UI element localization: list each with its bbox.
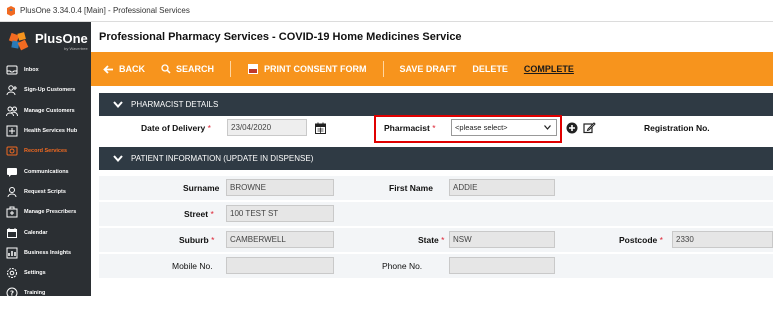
sidebar: PlusOne by Wavertree Inbox Sign-Up Custo…: [0, 22, 91, 319]
arrow-left-icon: [103, 64, 113, 74]
sidebar-item-label: Communications: [24, 168, 69, 175]
plusone-logo-icon: [8, 32, 29, 51]
toolbar-divider: [230, 61, 232, 77]
help-icon: ?: [6, 287, 18, 299]
sidebar-item-label: Manage Prescribers: [24, 209, 77, 216]
app-icon: [7, 5, 15, 16]
registration-no-label: Registration No.: [644, 123, 710, 133]
section-title: PATIENT INFORMATION (UPDATE IN DISPENSE): [131, 154, 314, 163]
sidebar-item-inbox[interactable]: Inbox: [0, 60, 91, 80]
section-title: PHARMACIST DETAILS: [131, 100, 219, 109]
users-icon: [6, 106, 18, 116]
postcode-label: Postcode *: [619, 235, 663, 245]
street-label: Street *: [184, 209, 214, 219]
inbox-icon: [6, 65, 18, 75]
postcode-field[interactable]: 2330: [672, 231, 773, 248]
calendar-icon: [7, 227, 17, 238]
prescriber-icon: [6, 206, 18, 218]
sidebar-item-label: Record Services: [24, 148, 68, 155]
sidebar-item-manage-customers[interactable]: Manage Customers: [0, 101, 91, 121]
date-of-delivery-field[interactable]: 23/04/2020: [227, 119, 307, 136]
patient-row-street: Street * 100 TEST ST: [99, 202, 773, 226]
calendar-icon[interactable]: [315, 122, 326, 134]
patient-row-phone: Mobile No. Phone No.: [99, 254, 773, 278]
sidebar-item-subscriptions[interactable]: Subscriptions: [0, 304, 91, 324]
highlight-box: [374, 115, 562, 143]
request-icon: [7, 186, 17, 198]
search-button[interactable]: SEARCH: [161, 64, 214, 74]
surname-field[interactable]: BROWNE: [226, 179, 334, 196]
print-consent-form-button[interactable]: PRINT CONSENT FORM: [247, 63, 367, 75]
svg-text:?: ?: [10, 290, 14, 298]
street-field[interactable]: 100 TEST ST: [226, 205, 334, 222]
record-icon: [6, 146, 18, 156]
settings-icon: [7, 268, 17, 279]
sidebar-item-settings[interactable]: Settings: [0, 263, 91, 283]
patient-information-header[interactable]: PATIENT INFORMATION (UPDATE IN DISPENSE): [99, 147, 773, 170]
search-icon: [161, 64, 171, 74]
main-content: Professional Pharmacy Services - COVID-1…: [91, 22, 773, 296]
logo: PlusOne by Wavertree: [0, 22, 91, 60]
action-toolbar: BACK SEARCH PRINT CONSENT FORM SAVE DRAF…: [91, 52, 773, 86]
sidebar-item-request-scripts[interactable]: Request Scripts: [0, 182, 91, 202]
sidebar-item-business-insights[interactable]: Business Insights: [0, 243, 91, 263]
sidebar-item-label: Settings: [24, 270, 46, 277]
logo-tagline: by Wavertree: [64, 46, 88, 51]
date-of-delivery-label: Date of Delivery *: [141, 123, 211, 133]
window-title: PlusOne 3.34.0.4 [Main] - Professional S…: [20, 6, 190, 15]
chevron-down-icon: [113, 101, 123, 108]
complete-button[interactable]: COMPLETE: [524, 64, 574, 74]
sidebar-item-training[interactable]: ? Training: [0, 283, 91, 303]
back-button[interactable]: BACK: [103, 64, 145, 74]
sidebar-item-label: Sign-Up Customers: [24, 87, 76, 94]
sidebar-item-label: Subscriptions: [24, 310, 61, 317]
pharmacist-row: Date of Delivery * 23/04/2020 Pharmacist…: [99, 115, 773, 143]
pdf-icon: [248, 64, 259, 74]
hub-icon: [6, 125, 18, 137]
sidebar-item-label: Inbox: [24, 67, 39, 74]
card-icon: [6, 309, 18, 319]
page-title: Professional Pharmacy Services - COVID-1…: [99, 31, 462, 43]
first-name-field[interactable]: ADDIE: [449, 179, 555, 196]
sidebar-item-health-services-hub[interactable]: Health Services Hub: [0, 121, 91, 141]
phone-no-field[interactable]: [449, 257, 555, 274]
pharmacist-details-header[interactable]: PHARMACIST DETAILS: [99, 93, 773, 116]
sidebar-item-calendar[interactable]: Calendar: [0, 222, 91, 242]
surname-label: Surname: [183, 183, 220, 193]
logo-text: PlusOne: [35, 31, 88, 46]
edit-icon[interactable]: [583, 121, 596, 134]
sidebar-item-label: Manage Customers: [24, 107, 75, 114]
suburb-label: Suburb *: [179, 235, 215, 245]
sidebar-item-label: Business Insights: [24, 249, 72, 256]
toolbar-divider: [382, 61, 384, 77]
add-user-icon: [6, 85, 17, 96]
delete-button[interactable]: DELETE: [472, 64, 508, 74]
sidebar-item-label: Request Scripts: [24, 188, 66, 195]
chevron-down-icon: [113, 155, 123, 162]
sidebar-item-communications[interactable]: Communications: [0, 161, 91, 181]
first-name-label: First Name: [389, 183, 433, 193]
sidebar-item-manage-prescribers[interactable]: Manage Prescribers: [0, 202, 91, 222]
chat-icon: [7, 167, 17, 177]
sidebar-item-label: Calendar: [24, 229, 48, 236]
patient-row-name: Surname BROWNE First Name ADDIE: [99, 176, 773, 200]
state-field[interactable]: NSW: [449, 231, 555, 248]
sidebar-item-record-services[interactable]: Record Services: [0, 141, 91, 161]
mobile-no-label: Mobile No.: [172, 261, 213, 271]
mobile-no-field[interactable]: [226, 257, 334, 274]
window-titlebar: PlusOne 3.34.0.4 [Main] - Professional S…: [0, 0, 773, 22]
phone-no-label: Phone No.: [382, 261, 423, 271]
sidebar-item-label: Health Services Hub: [24, 128, 78, 135]
add-circle-icon[interactable]: [566, 122, 578, 134]
suburb-field[interactable]: CAMBERWELL: [226, 231, 334, 248]
sidebar-item-sign-up-customers[interactable]: Sign-Up Customers: [0, 80, 91, 100]
chart-icon: [6, 247, 18, 259]
save-draft-button[interactable]: SAVE DRAFT: [400, 64, 457, 74]
state-label: State *: [418, 235, 445, 245]
patient-row-suburb: Suburb * CAMBERWELL State * NSW Postcode…: [99, 228, 773, 252]
